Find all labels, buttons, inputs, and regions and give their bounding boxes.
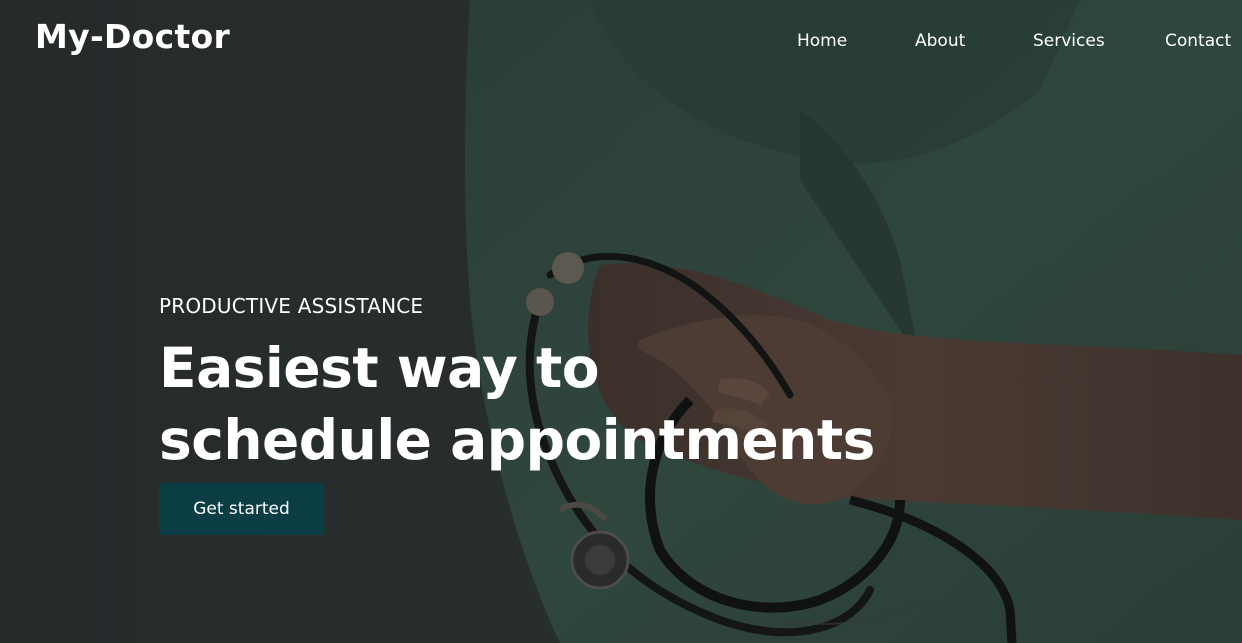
top-navbar: My-Doctor Home About Services Contact — [0, 0, 1242, 80]
hero-eyebrow: PRODUCTIVE ASSISTANCE — [159, 294, 424, 318]
hero-headline-line-1: Easiest way to — [159, 336, 600, 400]
nav-link-home[interactable]: Home — [797, 30, 847, 52]
hero-section: My-Doctor Home About Services Contact PR… — [0, 0, 1242, 643]
hero-headline: Easiest way to schedule appointments — [159, 332, 919, 476]
hero-headline-line-2: schedule appointments — [159, 408, 875, 472]
nav-link-services[interactable]: Services — [1033, 30, 1105, 52]
nav-link-about[interactable]: About — [915, 30, 965, 52]
get-started-button[interactable]: Get started — [159, 483, 324, 535]
nav-menu: Home About Services Contact — [0, 30, 1242, 54]
hero-content: PRODUCTIVE ASSISTANCE Easiest way to sch… — [159, 292, 919, 476]
nav-link-contact[interactable]: Contact — [1165, 30, 1231, 52]
